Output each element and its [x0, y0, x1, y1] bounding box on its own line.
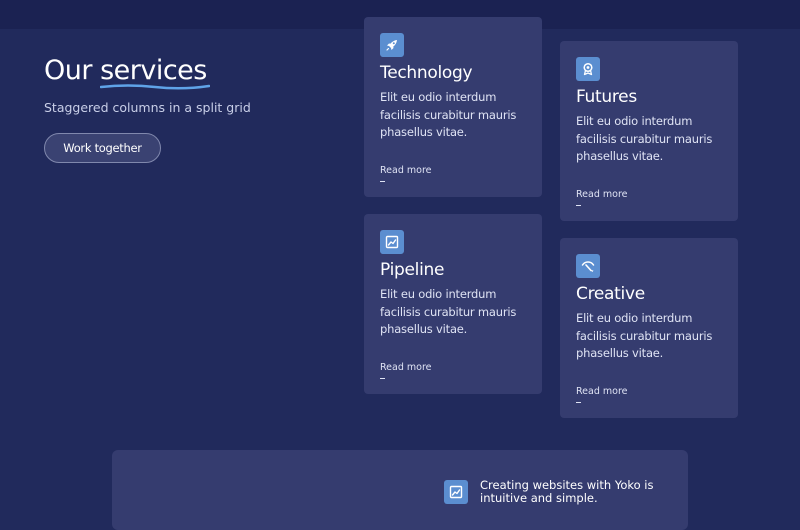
- service-card-futures: Futures Elit eu odio interdum facilisis …: [560, 41, 738, 221]
- read-more-underline: [576, 402, 581, 403]
- card-description: Elit eu odio interdum facilisis curabitu…: [380, 90, 517, 139]
- service-card-creative: Creative Elit eu odio interdum facilisis…: [560, 238, 738, 418]
- page-title-prefix: Our: [44, 55, 101, 86]
- feature-panel-text: Creating websites with Yoko is intuitive…: [480, 478, 654, 505]
- card-description: Elit eu odio interdum facilisis curabitu…: [380, 287, 517, 336]
- chart-icon: [444, 480, 468, 504]
- card-title: Creative: [576, 284, 645, 304]
- service-card-pipeline: Pipeline Elit eu odio interdum facilisis…: [364, 214, 542, 394]
- card-description: Elit eu odio interdum facilisis curabitu…: [576, 114, 713, 163]
- read-more-underline: [380, 181, 385, 182]
- card-title: Pipeline: [380, 260, 445, 280]
- paint-icon: [576, 254, 600, 278]
- work-together-button[interactable]: Work together: [44, 133, 161, 163]
- read-more-link[interactable]: Read more: [380, 362, 432, 373]
- chart-icon: [380, 230, 404, 254]
- page-title-accent: services: [100, 55, 211, 90]
- feature-panel: Creating websites with Yoko is intuitive…: [112, 450, 688, 530]
- read-more-underline: [576, 205, 581, 206]
- read-more-link[interactable]: Read more: [576, 189, 628, 200]
- service-card-technology: Technology Elit eu odio interdum facilis…: [364, 17, 542, 197]
- page-subtitle: Staggered columns in a split grid: [44, 100, 251, 115]
- page-title: Our services: [44, 55, 211, 90]
- read-more-link[interactable]: Read more: [576, 386, 628, 397]
- read-more-link[interactable]: Read more: [380, 165, 432, 176]
- squiggle-underline-icon: [100, 84, 211, 90]
- card-title: Technology: [380, 63, 473, 83]
- rocket-icon: [380, 33, 404, 57]
- page-title-accent-text: services: [100, 55, 207, 86]
- read-more-underline: [380, 378, 385, 379]
- card-description: Elit eu odio interdum facilisis curabitu…: [576, 311, 713, 360]
- badge-icon: [576, 57, 600, 81]
- card-title: Futures: [576, 87, 637, 107]
